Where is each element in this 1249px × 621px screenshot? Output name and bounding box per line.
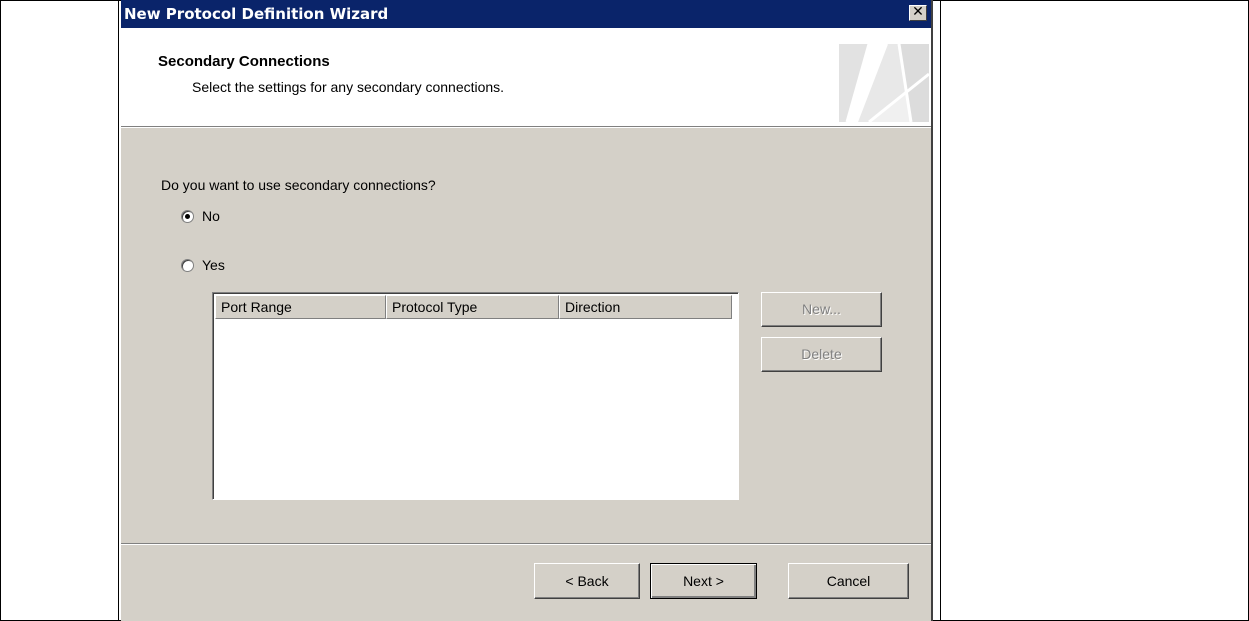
- title-bar: New Protocol Definition Wizard ✕: [121, 0, 931, 28]
- new-button[interactable]: New...: [761, 292, 882, 327]
- column-header-port-range[interactable]: Port Range: [215, 295, 386, 319]
- radio-unchecked-icon[interactable]: [181, 258, 194, 272]
- secondary-connections-question: Do you want to use secondary connections…: [161, 177, 436, 193]
- radio-checked-icon[interactable]: [181, 209, 194, 223]
- next-button[interactable]: Next >: [650, 563, 757, 599]
- radio-no-label: No: [202, 208, 220, 224]
- delete-button[interactable]: Delete: [761, 337, 882, 372]
- header-panel: Secondary Connections Select the setting…: [121, 28, 931, 126]
- list-header: Port Range Protocol Type Direction: [215, 295, 736, 319]
- header-separator: [121, 126, 931, 128]
- footer-separator: [121, 543, 931, 545]
- back-button[interactable]: < Back: [534, 563, 640, 599]
- close-button[interactable]: ✕: [909, 5, 927, 21]
- wizard-dialog: New Protocol Definition Wizard ✕ Seconda…: [121, 0, 933, 621]
- cancel-button[interactable]: Cancel: [788, 563, 909, 599]
- wizard-banner-graphic-icon: [839, 44, 929, 122]
- page-title: Secondary Connections: [158, 53, 330, 70]
- secondary-connections-list[interactable]: Port Range Protocol Type Direction: [212, 292, 739, 500]
- radio-yes-label: Yes: [202, 257, 225, 273]
- document-column-divider-left: [118, 0, 119, 621]
- radio-no[interactable]: No: [181, 208, 220, 224]
- document-column-divider-right: [940, 0, 941, 621]
- radio-yes[interactable]: Yes: [181, 257, 225, 273]
- column-header-direction[interactable]: Direction: [559, 295, 732, 319]
- window-title: New Protocol Definition Wizard: [124, 5, 389, 23]
- column-header-protocol-type[interactable]: Protocol Type: [386, 295, 559, 319]
- page-subtitle: Select the settings for any secondary co…: [192, 79, 505, 95]
- close-icon: ✕: [912, 4, 924, 20]
